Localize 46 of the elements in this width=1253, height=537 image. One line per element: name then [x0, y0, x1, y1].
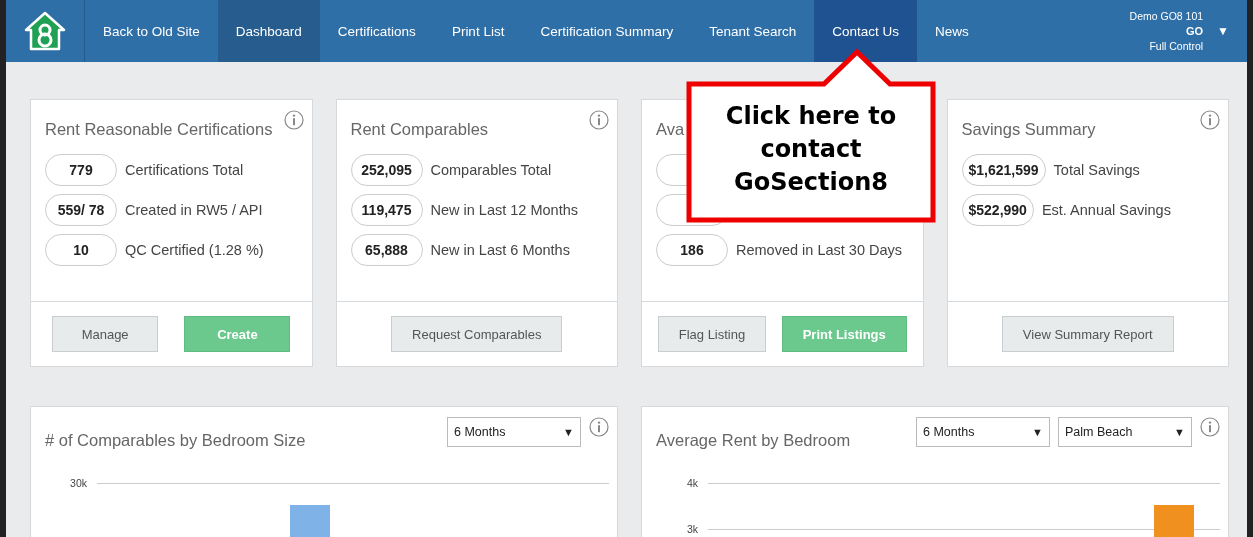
callout-text: Click here to contact GoSection8	[724, 101, 898, 198]
user-name: GO	[1186, 23, 1204, 39]
nav-link[interactable]: Certification Summary	[522, 0, 692, 62]
action-button[interactable]: Flag Listing	[657, 316, 767, 352]
nav-link[interactable]: Contact Us	[814, 0, 918, 62]
period-dropdown[interactable]: 6 Months ▼	[916, 417, 1050, 447]
nav-link[interactable]: News	[917, 0, 987, 62]
chart-bar	[290, 505, 330, 537]
nav-link[interactable]: Dashboard	[217, 0, 320, 62]
nav-link[interactable]: Certifications	[319, 0, 434, 62]
chart-title: Average Rent by Bedroom	[656, 431, 851, 450]
card-title: Savings Summary	[961, 120, 1096, 140]
axis-label: 4k	[685, 477, 698, 489]
stat-label: QC Certified (1.28 %)	[125, 242, 264, 258]
stat-label: Certifications Total	[125, 162, 244, 178]
stat-label: New in Last 12 Months	[430, 202, 578, 218]
chart-bar	[1154, 505, 1194, 537]
period-dropdown[interactable]: Palm Beach ▼	[1058, 417, 1192, 447]
info-icon[interactable]	[283, 110, 304, 130]
info-icon[interactable]	[1200, 110, 1220, 130]
action-button[interactable]: Request Comparables	[391, 316, 563, 352]
action-button[interactable]: Manage	[52, 316, 159, 352]
action-button[interactable]: View Summary Report	[1001, 316, 1174, 352]
card-title: Rent Reasonable Certifications	[45, 120, 273, 140]
period-dropdown[interactable]: 6 Months ▼	[447, 417, 581, 447]
nav-link[interactable]: Back to Old Site	[85, 0, 218, 62]
nav-link[interactable]: Tenant Search	[691, 0, 815, 62]
stat-label: Removed in Last 30 Days	[736, 242, 903, 258]
user-role: Full Control	[1149, 38, 1204, 54]
house-logo-icon[interactable]	[22, 10, 68, 52]
caret-icon[interactable]: ▼	[1217, 24, 1229, 38]
chart-title: # of Comparables by Bedroom Size	[45, 431, 306, 450]
stat-label: Comparables Total	[430, 162, 552, 178]
stat-label: New in Last 6 Months	[430, 242, 570, 258]
info-icon[interactable]	[589, 110, 609, 130]
card-title: Ava	[656, 120, 685, 140]
stat-label: Total Savings	[1053, 162, 1140, 178]
info-icon[interactable]	[589, 417, 609, 437]
info-icon[interactable]	[1200, 417, 1220, 437]
nav-link[interactable]: Print List	[433, 0, 523, 62]
axis-label: 30k	[69, 477, 87, 489]
company-name: Demo GO8 101	[1129, 8, 1204, 24]
stat-label: Created in RW5 / API	[125, 202, 263, 218]
axis-label: 3k	[685, 523, 698, 535]
stat-label: Est. Annual Savings	[1041, 202, 1171, 218]
card-title: Rent Comparables	[350, 120, 489, 140]
